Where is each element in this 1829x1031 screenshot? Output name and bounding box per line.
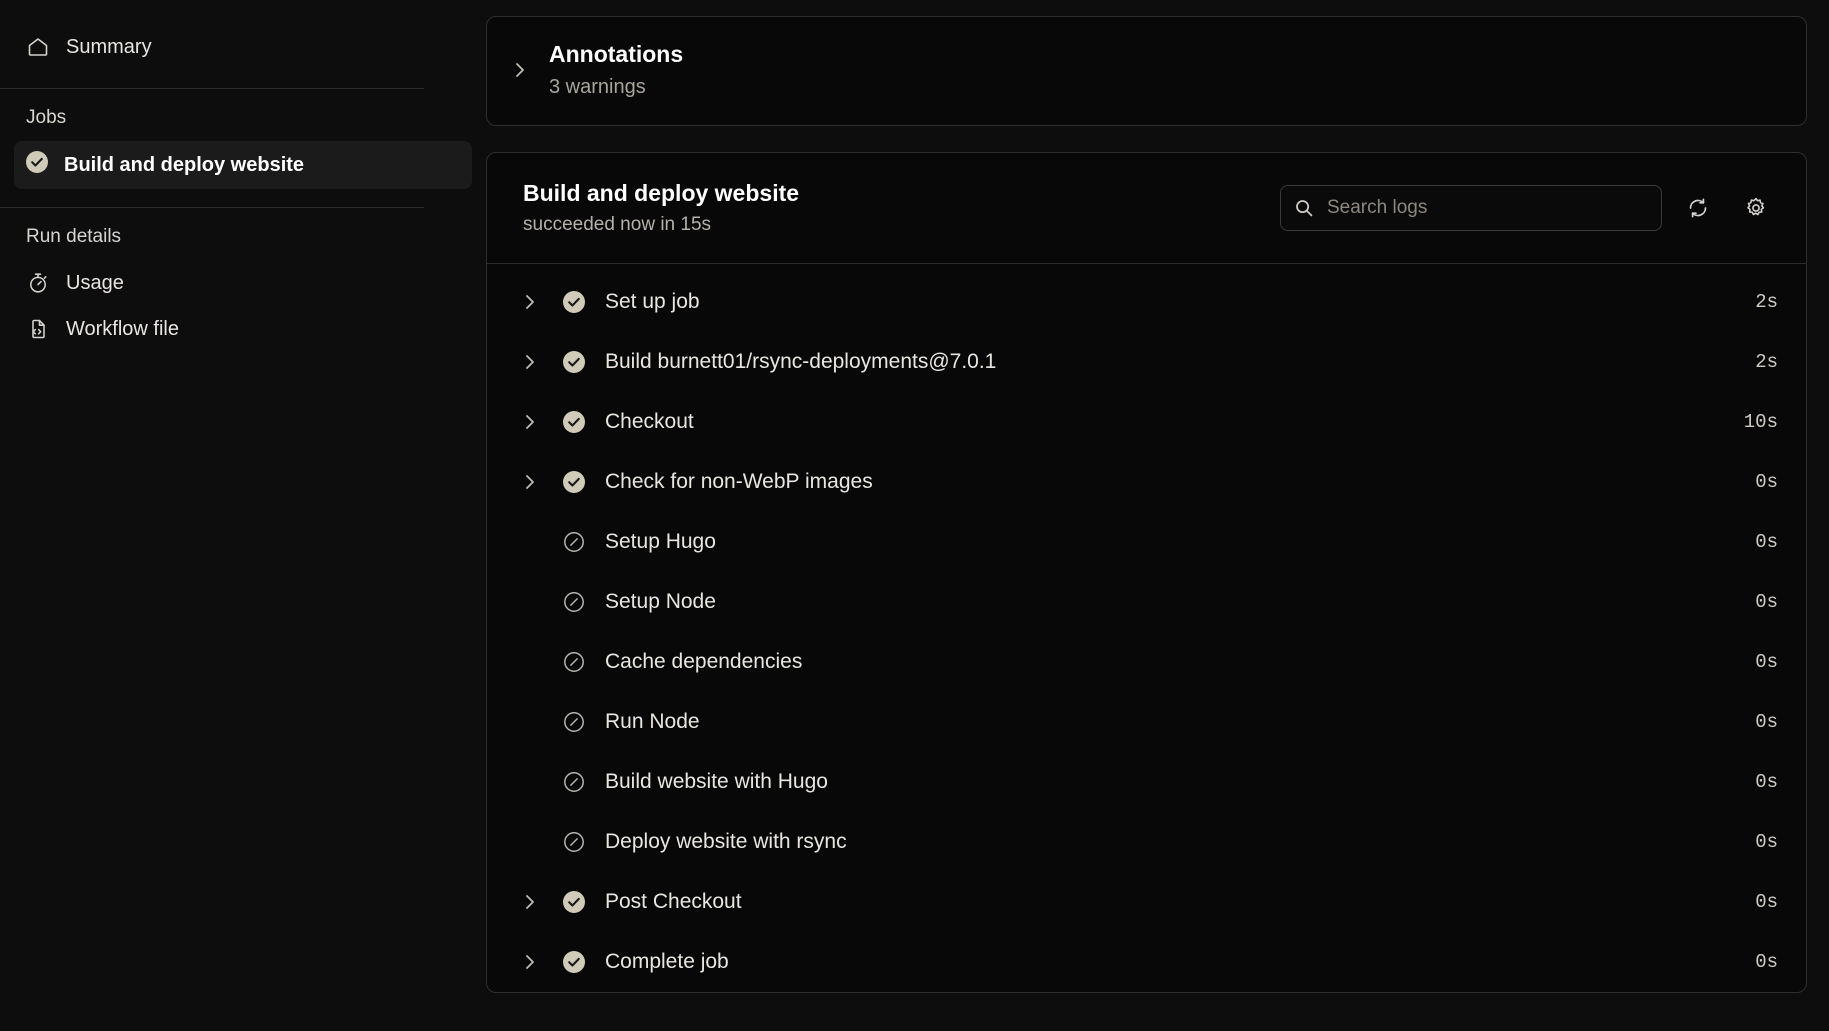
chevron-right-icon[interactable] (523, 352, 545, 372)
sidebar-item-usage[interactable]: Usage (14, 260, 472, 306)
step-duration: 0s (1755, 711, 1778, 733)
skipped-icon (563, 591, 585, 613)
step-row[interactable]: Deploy website with rsync0s (487, 812, 1806, 872)
settings-gear-button[interactable] (1734, 186, 1778, 230)
step-duration: 0s (1755, 471, 1778, 493)
search-logs-wrapper (1280, 185, 1662, 231)
step-duration: 0s (1755, 951, 1778, 973)
step-name: Run Node (605, 710, 1755, 734)
step-duration: 0s (1755, 771, 1778, 793)
main-content: Annotations 3 warnings Build and deploy … (486, 0, 1829, 1031)
success-check-icon (563, 951, 585, 973)
step-row[interactable]: Set up job2s (487, 272, 1806, 332)
success-check-icon (563, 891, 585, 913)
sidebar-divider-1 (0, 88, 424, 89)
success-check-icon (563, 291, 585, 313)
sidebar-item-label: Usage (66, 272, 124, 295)
success-check-icon (563, 351, 585, 373)
sidebar-run-details-list: Usage Workflow file (0, 260, 486, 352)
workflow-run-page: Summary Jobs Build and deploy website Ru… (0, 0, 1829, 1031)
step-name: Deploy website with rsync (605, 830, 1755, 854)
step-name: Cache dependencies (605, 650, 1755, 674)
stopwatch-icon (26, 271, 50, 295)
chevron-right-icon[interactable] (523, 472, 545, 492)
success-check-icon (563, 411, 585, 433)
home-icon (26, 35, 50, 59)
sidebar-divider-2 (0, 207, 424, 208)
sidebar-section-jobs: Jobs (0, 107, 486, 129)
skipped-icon (563, 711, 585, 733)
annotations-text-group: Annotations 3 warnings (549, 39, 683, 101)
step-list: Set up job2s Build burnett01/rsync-deplo… (487, 264, 1806, 992)
job-header-text: Build and deploy website succeeded now i… (523, 180, 1280, 236)
chevron-right-icon[interactable] (523, 292, 545, 312)
step-row[interactable]: Cache dependencies0s (487, 632, 1806, 692)
skipped-icon (563, 651, 585, 673)
annotations-title: Annotations (549, 39, 683, 70)
step-row[interactable]: Check for non-WebP images0s (487, 452, 1806, 512)
success-check-icon (563, 471, 585, 493)
step-duration: 0s (1755, 891, 1778, 913)
step-row[interactable]: Setup Node0s (487, 572, 1806, 632)
skipped-icon (563, 831, 585, 853)
sidebar-job-label: Build and deploy website (64, 154, 304, 177)
step-name: Setup Node (605, 590, 1755, 614)
step-duration: 0s (1755, 651, 1778, 673)
skipped-icon (563, 771, 585, 793)
step-name: Set up job (605, 290, 1755, 314)
sidebar-item-workflow-file[interactable]: Workflow file (14, 306, 472, 352)
step-row[interactable]: Post Checkout0s (487, 872, 1806, 932)
step-duration: 2s (1755, 351, 1778, 373)
step-duration: 0s (1755, 831, 1778, 853)
step-row[interactable]: Run Node0s (487, 692, 1806, 752)
sidebar-section-run-details: Run details (0, 226, 486, 248)
step-row[interactable]: Complete job0s (487, 932, 1806, 992)
step-name: Post Checkout (605, 890, 1755, 914)
step-name: Build website with Hugo (605, 770, 1755, 794)
step-duration: 0s (1755, 591, 1778, 613)
step-name: Build burnett01/rsync-deployments@7.0.1 (605, 350, 1755, 374)
search-logs-input[interactable] (1280, 185, 1662, 231)
step-row[interactable]: Setup Hugo0s (487, 512, 1806, 572)
chevron-right-icon[interactable] (523, 412, 545, 432)
skipped-icon (563, 531, 585, 553)
step-row[interactable]: Checkout10s (487, 392, 1806, 452)
step-row[interactable]: Build website with Hugo0s (487, 752, 1806, 812)
step-row[interactable]: Build burnett01/rsync-deployments@7.0.12… (487, 332, 1806, 392)
step-name: Setup Hugo (605, 530, 1755, 554)
sidebar-job-build-and-deploy-website[interactable]: Build and deploy website (14, 141, 472, 189)
chevron-right-icon[interactable] (523, 952, 545, 972)
annotations-subtitle: 3 warnings (549, 74, 683, 101)
refresh-button[interactable] (1676, 186, 1720, 230)
sidebar: Summary Jobs Build and deploy website Ru… (0, 0, 486, 1031)
chevron-right-icon[interactable] (523, 892, 545, 912)
step-duration: 10s (1744, 411, 1778, 433)
file-code-icon (26, 317, 50, 341)
sidebar-item-label: Summary (66, 36, 152, 59)
job-log-card: Build and deploy website succeeded now i… (486, 152, 1807, 993)
annotations-card[interactable]: Annotations 3 warnings (486, 16, 1807, 126)
job-header: Build and deploy website succeeded now i… (487, 153, 1806, 263)
step-name: Checkout (605, 410, 1744, 434)
step-name: Complete job (605, 950, 1755, 974)
sidebar-item-summary[interactable]: Summary (14, 24, 472, 70)
sidebar-item-label: Workflow file (66, 318, 179, 341)
chevron-right-icon (513, 59, 527, 81)
step-name: Check for non-WebP images (605, 470, 1755, 494)
job-status-line: succeeded now in 15s (523, 214, 1280, 236)
job-title: Build and deploy website (523, 180, 1280, 207)
success-check-icon (26, 151, 48, 179)
step-duration: 2s (1755, 291, 1778, 313)
step-duration: 0s (1755, 531, 1778, 553)
